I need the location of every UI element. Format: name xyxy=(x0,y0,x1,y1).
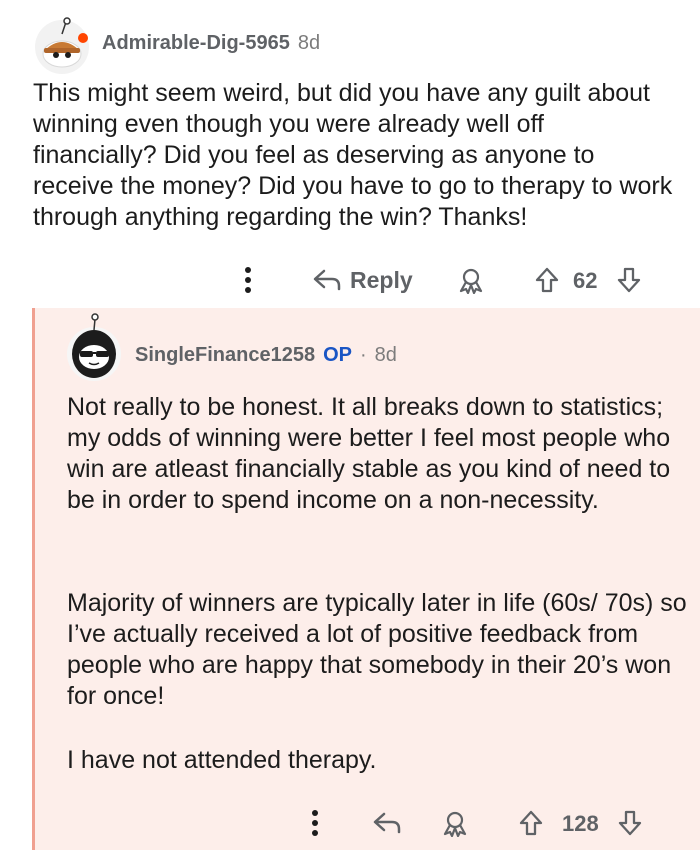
upvote-button[interactable] xyxy=(516,807,546,839)
upvote-arrow-icon xyxy=(535,266,559,294)
downvote-arrow-icon xyxy=(618,809,642,837)
vote-count: 128 xyxy=(562,811,599,836)
vote-count: 62 xyxy=(573,268,598,293)
reply-paragraph: Not really to be honest. It all breaks d… xyxy=(67,393,671,514)
upvote-arrow-icon xyxy=(519,809,543,837)
downvote-button[interactable] xyxy=(614,264,644,296)
comment-action-bar: Reply 62 xyxy=(0,262,700,298)
reply-arrow-icon xyxy=(372,811,402,835)
avatar[interactable] xyxy=(65,310,123,381)
reply-header: SingleFinance1258 OP · 8d xyxy=(135,344,397,367)
avatar[interactable] xyxy=(33,14,91,74)
award-button[interactable] xyxy=(456,264,486,296)
reply-button[interactable]: Reply xyxy=(312,262,413,298)
award-button[interactable] xyxy=(440,807,470,839)
comment: Admirable-Dig-5965 8d This might seem we… xyxy=(0,0,700,308)
username[interactable]: Admirable-Dig-5965 xyxy=(102,32,290,55)
award-icon xyxy=(441,809,469,837)
reply-paragraph: Majority of winners are typically later … xyxy=(67,589,687,710)
reply-comment: SingleFinance1258 OP · 8d Not really to … xyxy=(32,308,700,850)
award-icon xyxy=(457,266,485,294)
timestamp: 8d xyxy=(374,344,397,366)
downvote-button[interactable] xyxy=(615,807,645,839)
more-options-icon xyxy=(311,809,319,837)
op-badge: OP xyxy=(323,344,352,366)
timestamp: 8d xyxy=(297,32,321,54)
reply-label: Reply xyxy=(350,266,413,293)
more-options-icon xyxy=(244,266,252,294)
reply-button[interactable] xyxy=(371,807,403,839)
downvote-arrow-icon xyxy=(617,266,641,294)
comment-body: This might seem weird, but did you have … xyxy=(33,79,673,231)
comment-header: Admirable-Dig-5965 8d xyxy=(102,32,320,55)
upvote-button[interactable] xyxy=(532,264,562,296)
separator: · xyxy=(359,344,367,366)
reply-action-bar: 128 xyxy=(35,805,700,841)
more-options-button[interactable] xyxy=(305,807,325,839)
more-options-button[interactable] xyxy=(238,264,258,296)
username[interactable]: SingleFinance1258 xyxy=(135,344,315,367)
reply-arrow-icon xyxy=(312,268,342,292)
reply-paragraph: I have not attended therapy. xyxy=(67,746,377,774)
